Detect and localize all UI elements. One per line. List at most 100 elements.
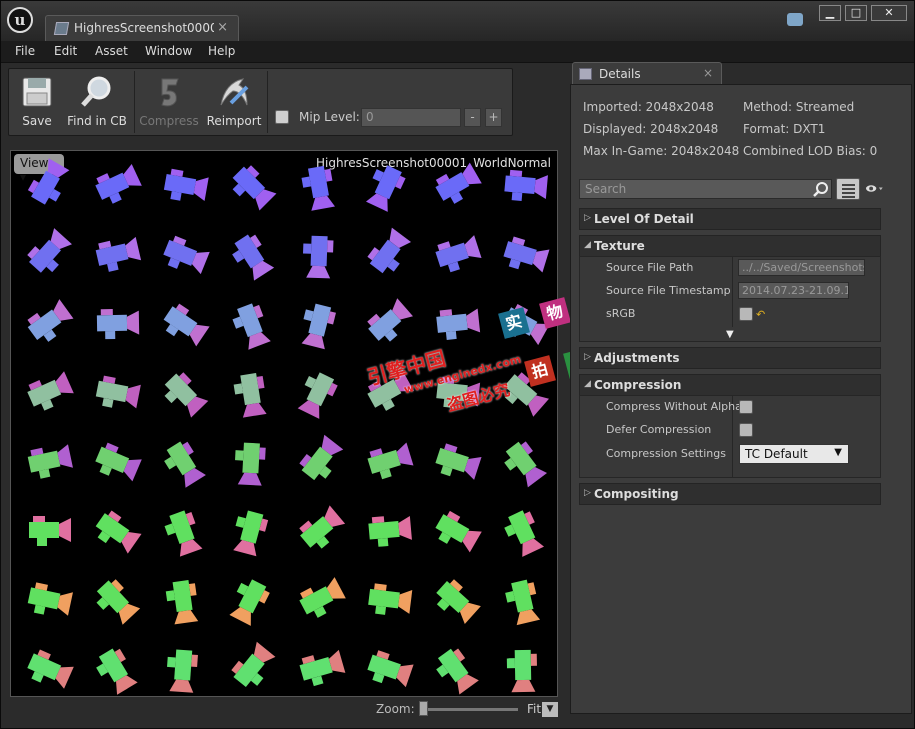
mip-level-checkbox[interactable] <box>275 110 289 124</box>
displayed-size: Displayed: 2048x2048 <box>583 122 719 136</box>
details-search-input[interactable]: Search <box>579 179 832 199</box>
menu-help[interactable]: Help <box>208 44 235 58</box>
camera-normal-thumbnail <box>163 235 210 275</box>
category-label: Texture <box>594 239 645 253</box>
expand-arrow-icon: ▷ <box>584 488 591 498</box>
category-compositing[interactable]: ▷ Compositing <box>579 483 881 505</box>
camera-normal-thumbnail <box>504 169 548 201</box>
magnifier-icon <box>81 76 111 107</box>
find-in-cb-button[interactable]: Find in CB <box>65 69 129 135</box>
details-tab[interactable]: Details × <box>572 62 722 84</box>
eye-icon[interactable] <box>866 183 884 194</box>
mip-decrease-button[interactable]: - <box>464 108 481 127</box>
camera-normal-thumbnail <box>164 441 206 488</box>
lod-bias: Combined LOD Bias: 0 <box>743 144 878 158</box>
camera-normal-thumbnail <box>232 234 275 281</box>
category-level-of-detail[interactable]: ▷ Level Of Detail <box>579 208 881 230</box>
camera-normal-thumbnail <box>27 582 73 616</box>
fit-label: Fit <box>527 702 542 716</box>
compression-settings-dropdown[interactable]: TC Default ▼ <box>739 444 849 464</box>
category-compression[interactable]: ◢ Compression <box>579 374 881 396</box>
document-tab[interactable]: HighresScreenshot00001_ × <box>45 15 239 41</box>
compress-without-alpha-label: Compress Without Alpha <box>606 400 742 413</box>
camera-normal-thumbnail <box>435 443 482 480</box>
camera-normal-thumbnail <box>95 510 142 554</box>
title-bar: u HighresScreenshot00001_ × ▁ □ ✕ <box>1 1 914 41</box>
camera-normal-thumbnail <box>365 165 406 212</box>
category-label: Adjustments <box>594 351 680 365</box>
camera-normal-thumbnail <box>505 579 541 626</box>
camera-normal-thumbnail <box>299 505 346 549</box>
compress-without-alpha-checkbox[interactable] <box>739 400 753 414</box>
camera-normal-thumbnail <box>368 583 413 615</box>
unreal-logo-icon: u <box>7 7 33 33</box>
camera-normal-thumbnail <box>27 158 70 205</box>
compress-button[interactable]: Compress <box>139 69 199 135</box>
mip-level-input[interactable]: 0 <box>361 108 461 127</box>
camera-normal-thumbnail <box>27 444 73 479</box>
chevron-down-icon: ▼ <box>834 447 842 458</box>
camera-normal-thumbnail <box>297 372 338 419</box>
camera-normal-thumbnail <box>301 303 336 350</box>
menu-edit[interactable]: Edit <box>54 44 77 58</box>
close-button[interactable]: ✕ <box>871 5 907 21</box>
maximize-button[interactable]: □ <box>845 5 867 21</box>
camera-normal-thumbnail <box>165 580 199 625</box>
zoom-slider-handle[interactable] <box>419 701 428 716</box>
category-adjustments[interactable]: ▷ Adjustments <box>579 347 881 369</box>
camera-normal-thumbnail <box>368 515 412 547</box>
camera-normal-thumbnail <box>299 577 346 618</box>
advanced-expand-icon[interactable]: ▼ <box>726 329 734 340</box>
defer-compression-label: Defer Compression <box>606 423 712 436</box>
max-in-game-size: Max In-Game: 2048x2048 <box>583 144 740 158</box>
source-file-path-field[interactable]: ../../Saved/Screenshots <box>738 259 865 276</box>
toolbar-separator <box>134 71 135 133</box>
camera-normal-thumbnail <box>367 650 414 688</box>
source-file-timestamp-field[interactable]: 2014.07.23-21.09.19 <box>738 282 849 299</box>
details-icon <box>579 68 592 80</box>
defer-compression-checkbox[interactable] <box>739 423 753 437</box>
reset-to-default-icon[interactable]: ↶ <box>756 308 765 321</box>
mip-increase-button[interactable]: + <box>485 108 502 127</box>
camera-normal-thumbnail <box>299 649 346 687</box>
reimport-icon <box>220 78 249 106</box>
property-matrix-button[interactable] <box>836 178 860 200</box>
chat-icon[interactable] <box>787 13 803 26</box>
category-texture[interactable]: ◢ Texture <box>579 235 881 257</box>
camera-normal-thumbnail <box>95 442 142 482</box>
camera-normal-thumbnail <box>164 510 203 557</box>
column-splitter[interactable] <box>732 257 733 327</box>
minimize-button[interactable]: ▁ <box>819 5 841 21</box>
menu-window[interactable]: Window <box>145 44 192 58</box>
camera-normal-thumbnail <box>27 649 74 689</box>
zoom-mode-dropdown[interactable]: ▼ <box>542 702 558 717</box>
texture-viewport[interactable]: View ▾ HighresScreenshot00001_WorldNorma… <box>10 150 558 697</box>
camera-normal-thumbnail <box>303 235 334 279</box>
camera-normal-thumbnail <box>231 641 276 688</box>
camera-normal-thumbnail <box>436 579 481 624</box>
srgb-checkbox[interactable] <box>739 307 753 321</box>
close-tab-icon[interactable]: × <box>217 20 228 35</box>
texture-icon <box>53 22 70 35</box>
menu-bar: File Edit Asset Window Help <box>1 41 914 63</box>
camera-normal-thumbnail <box>27 371 74 411</box>
camera-normal-thumbnail <box>504 510 545 557</box>
imported-size: Imported: 2048x2048 <box>583 100 714 114</box>
camera-normal-thumbnail <box>29 516 71 546</box>
save-button[interactable]: Save <box>13 69 61 135</box>
camera-normal-thumbnail <box>27 228 72 273</box>
search-icon[interactable] <box>813 181 829 197</box>
camera-normal-thumbnail <box>436 648 479 695</box>
reimport-button[interactable]: Reimport <box>204 69 264 135</box>
menu-asset[interactable]: Asset <box>95 44 128 58</box>
camera-normal-thumbnail <box>229 579 270 626</box>
camera-normal-thumbnail <box>167 649 198 693</box>
menu-file[interactable]: File <box>15 44 35 58</box>
zoom-slider-track[interactable] <box>420 708 518 711</box>
camera-normal-thumbnail <box>233 510 269 557</box>
camera-normal-thumbnail <box>95 163 142 204</box>
expand-arrow-icon: ▷ <box>584 352 591 362</box>
camera-normal-thumbnail <box>163 303 210 347</box>
close-details-icon[interactable]: × <box>703 66 713 80</box>
camera-normal-thumbnail <box>367 442 414 480</box>
